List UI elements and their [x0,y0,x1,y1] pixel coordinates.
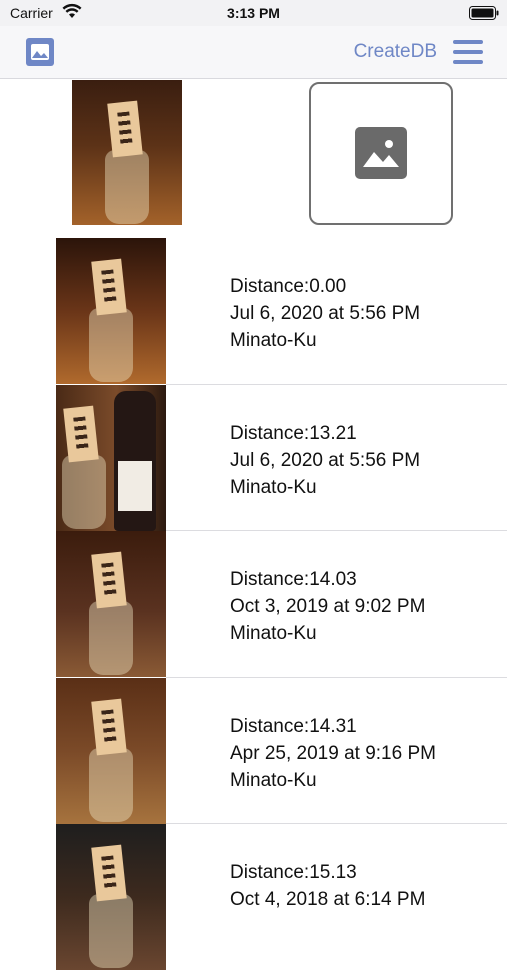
query-photo [72,80,182,225]
location-label: Minato-Ku [230,769,317,791]
list-item[interactable]: Distance:14.03 Oct 3, 2019 at 9:02 PM Mi… [0,531,507,678]
distance-label: Distance:14.03 [230,569,357,590]
status-bar: Carrier 3:13 PM [0,0,507,26]
result-thumbnail [56,824,166,970]
date-label: Apr 25, 2019 at 9:16 PM [230,742,436,764]
result-thumbnail [56,238,166,384]
date-label: Jul 6, 2020 at 5:56 PM [230,303,421,324]
distance-label: Distance:14.31 [230,715,357,737]
list-item[interactable]: Distance:0.00 Jul 6, 2020 at 5:56 PM Min… [0,238,507,385]
date-label: Jul 6, 2020 at 5:56 PM [230,449,421,471]
location-label: Minato-Ku [230,476,317,498]
location-label: Minato-Ku [230,623,317,644]
distance-label: Distance:15.13 [230,862,357,883]
list-item[interactable]: Distance:15.13 Oct 4, 2018 at 6:14 PM [0,824,507,971]
list-item[interactable]: Distance:14.31 Apr 25, 2019 at 9:16 PM M… [0,677,507,824]
navigation-bar: CreateDB [0,26,507,79]
image-placeholder[interactable] [309,82,453,225]
distance-label: Distance:13.21 [230,422,357,444]
date-label: Oct 3, 2019 at 9:02 PM [230,596,426,617]
hamburger-menu-icon[interactable] [453,40,483,64]
result-thumbnail [56,384,166,531]
distance-label: Distance:0.00 [230,276,347,297]
clock: 3:13 PM [227,5,280,21]
createdb-button[interactable]: CreateDB [354,41,437,63]
photo-icon[interactable] [26,38,54,66]
results-list: Distance:0.00 Jul 6, 2020 at 5:56 PM Min… [0,238,507,971]
image-placeholder-icon [355,127,407,179]
location-label: Minato-Ku [230,330,317,351]
battery-icon [469,6,499,20]
result-thumbnail [56,677,166,824]
list-item[interactable]: Distance:13.21 Jul 6, 2020 at 5:56 PM Mi… [0,384,507,531]
result-thumbnail [56,531,166,677]
